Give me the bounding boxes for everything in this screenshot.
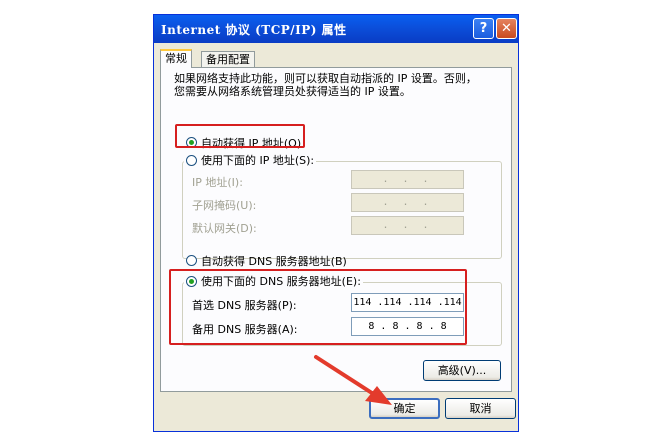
arrow-shaft (314, 355, 377, 397)
annotation-arrow (314, 355, 392, 405)
tab-general[interactable]: 常规 (160, 49, 192, 68)
